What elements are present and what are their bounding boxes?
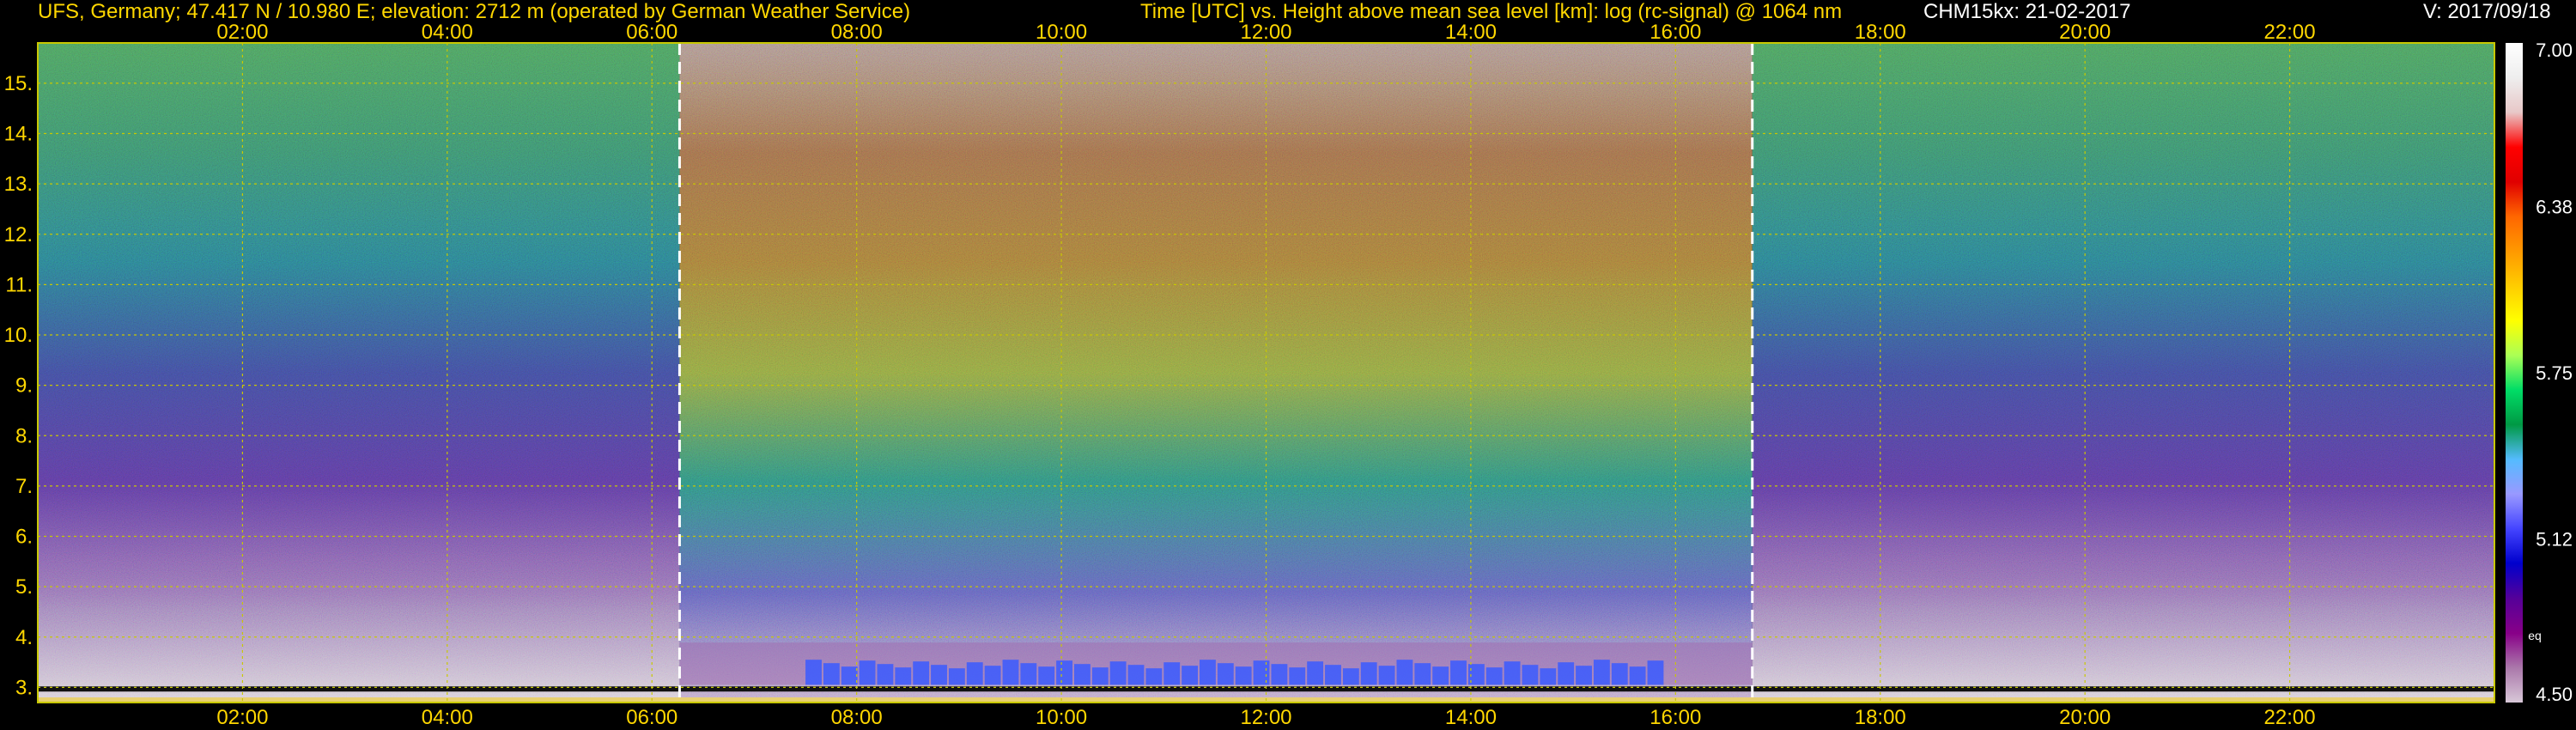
x-tick-label-bottom: 14:00 xyxy=(1445,706,1497,729)
y-tick-label: 13. xyxy=(4,173,33,196)
cloud-cell xyxy=(913,661,930,685)
cloud-cell xyxy=(1020,663,1037,685)
y-tick-label: 12. xyxy=(4,223,33,246)
y-tick-label: 8. xyxy=(15,424,33,447)
cloud-cell xyxy=(1200,660,1216,685)
colorbar-tick-label: 5.75 xyxy=(2536,362,2573,384)
x-tick-label-bottom: 18:00 xyxy=(1855,706,1906,729)
y-tick-label: 15. xyxy=(4,72,33,95)
cloud-cell xyxy=(1325,665,1341,685)
cloud-cell xyxy=(1593,660,1610,685)
cloud-cell xyxy=(1342,668,1359,685)
cloud-cell xyxy=(1109,661,1127,685)
y-tick-label: 4. xyxy=(15,626,33,649)
x-axis-top: 02:00 04:00 06:00 08:00 10:00 12:00 14:00 16:00… xyxy=(216,21,2315,44)
x-tick-label-bottom: 10:00 xyxy=(1036,706,1087,729)
cloud-cell xyxy=(1450,660,1467,685)
cloud-cell xyxy=(1002,660,1019,685)
colorbar-tick-label: 7.00 xyxy=(2536,40,2573,61)
cloud-cell xyxy=(931,665,947,685)
x-tick-label-top: 08:00 xyxy=(831,21,883,44)
colorbar-tick-label: 4.50 xyxy=(2536,684,2573,705)
y-tick-label: 6. xyxy=(15,526,33,549)
y-tick-label: 11. xyxy=(5,273,33,296)
cloud-cell xyxy=(1253,660,1270,685)
cloud-cell xyxy=(948,668,965,685)
cloud-cell xyxy=(1073,664,1091,685)
cloud-cell xyxy=(1414,663,1431,685)
x-tick-label-top: 10:00 xyxy=(1036,21,1087,44)
x-tick-label-bottom: 08:00 xyxy=(831,706,883,729)
cloud-cell xyxy=(1127,665,1145,685)
y-axis: 3. 4. 5. 6. 7. 8. 9. 10. 11. 12. 13. 14. 15. xyxy=(4,72,33,700)
cloud-cell xyxy=(1163,662,1181,685)
x-tick-label-top: 22:00 xyxy=(2264,21,2316,44)
ceilometer-chart: 02:00 04:00 06:00 08:00 10:00 12:00 14:00 16:00… xyxy=(4,21,2573,729)
cloud-cell xyxy=(1522,665,1539,685)
cloud-cell xyxy=(1091,667,1109,685)
colorbar-scale xyxy=(2506,43,2523,703)
x-axis-bottom: 02:00 04:00 06:00 08:00 10:00 12:00 14:00 16:00… xyxy=(216,706,2315,729)
y-tick-label: 9. xyxy=(15,374,33,398)
y-tick-label: 14. xyxy=(4,123,33,146)
cloud-cell xyxy=(1540,668,1557,685)
cloud-cell xyxy=(1611,663,1628,685)
cloud-cell xyxy=(805,660,822,685)
cloud-cell xyxy=(1647,660,1664,685)
cloud-cell xyxy=(1056,660,1072,685)
x-tick-label-top: 14:00 xyxy=(1445,21,1497,44)
x-tick-label-bottom: 20:00 xyxy=(2059,706,2111,729)
cloud-cell xyxy=(1432,666,1449,685)
x-tick-label-top: 16:00 xyxy=(1649,21,1701,44)
x-tick-label-top: 06:00 xyxy=(626,21,677,44)
cloud-cell xyxy=(1289,667,1306,685)
cloud-cell xyxy=(1038,666,1055,685)
x-tick-label-top: 20:00 xyxy=(2059,21,2111,44)
cloud-cell xyxy=(1217,663,1234,685)
colorbar-tick-label: 5.12 xyxy=(2536,529,2573,551)
cloud-cell xyxy=(1271,664,1288,685)
cloud-cell xyxy=(1145,668,1163,685)
y-tick-label: 10. xyxy=(4,324,33,347)
cloud-cell xyxy=(1378,666,1395,685)
cloud-cell xyxy=(1182,666,1199,685)
x-tick-label-top: 04:00 xyxy=(422,21,473,44)
x-tick-label-top: 02:00 xyxy=(216,21,268,44)
cloud-cell xyxy=(1307,661,1324,685)
colorbar-side-label: eq xyxy=(2528,629,2542,642)
cloud-cell xyxy=(984,666,1001,685)
x-tick-label-bottom: 04:00 xyxy=(422,706,473,729)
cloud-cell xyxy=(1558,662,1575,685)
x-tick-label-bottom: 06:00 xyxy=(626,706,677,729)
cloud-cell xyxy=(1504,661,1521,685)
cloud-cell xyxy=(877,664,894,685)
cloud-cell xyxy=(841,666,858,685)
x-tick-label-top: 18:00 xyxy=(1855,21,1906,44)
cloud-cell xyxy=(895,667,912,685)
cloud-cell xyxy=(1396,660,1413,685)
x-tick-label-bottom: 16:00 xyxy=(1649,706,1701,729)
cloud-cell xyxy=(966,662,983,685)
y-tick-label: 7. xyxy=(15,475,33,498)
cloud-cell xyxy=(823,663,840,685)
colorbar-labels: 7.00 6.38 5.75 5.12 4.50 xyxy=(2536,40,2573,705)
cloud-cell xyxy=(1235,666,1252,685)
y-tick-label: 5. xyxy=(15,575,33,599)
cloud-cell xyxy=(859,660,876,685)
colorbar-tick-label: 6.38 xyxy=(2536,196,2573,217)
colorbar: 7.00 6.38 5.75 5.12 4.50 eq xyxy=(2506,40,2573,705)
cloud-cell xyxy=(1360,662,1377,685)
y-tick-label: 3. xyxy=(15,676,33,699)
x-tick-label-bottom: 22:00 xyxy=(2264,706,2316,729)
x-tick-label-top: 12:00 xyxy=(1240,21,1291,44)
cloud-cell xyxy=(1629,666,1646,685)
cloud-cell xyxy=(1576,666,1592,685)
x-tick-label-bottom: 12:00 xyxy=(1240,706,1291,729)
cloud-cell xyxy=(1485,667,1503,685)
x-tick-label-bottom: 02:00 xyxy=(216,706,268,729)
